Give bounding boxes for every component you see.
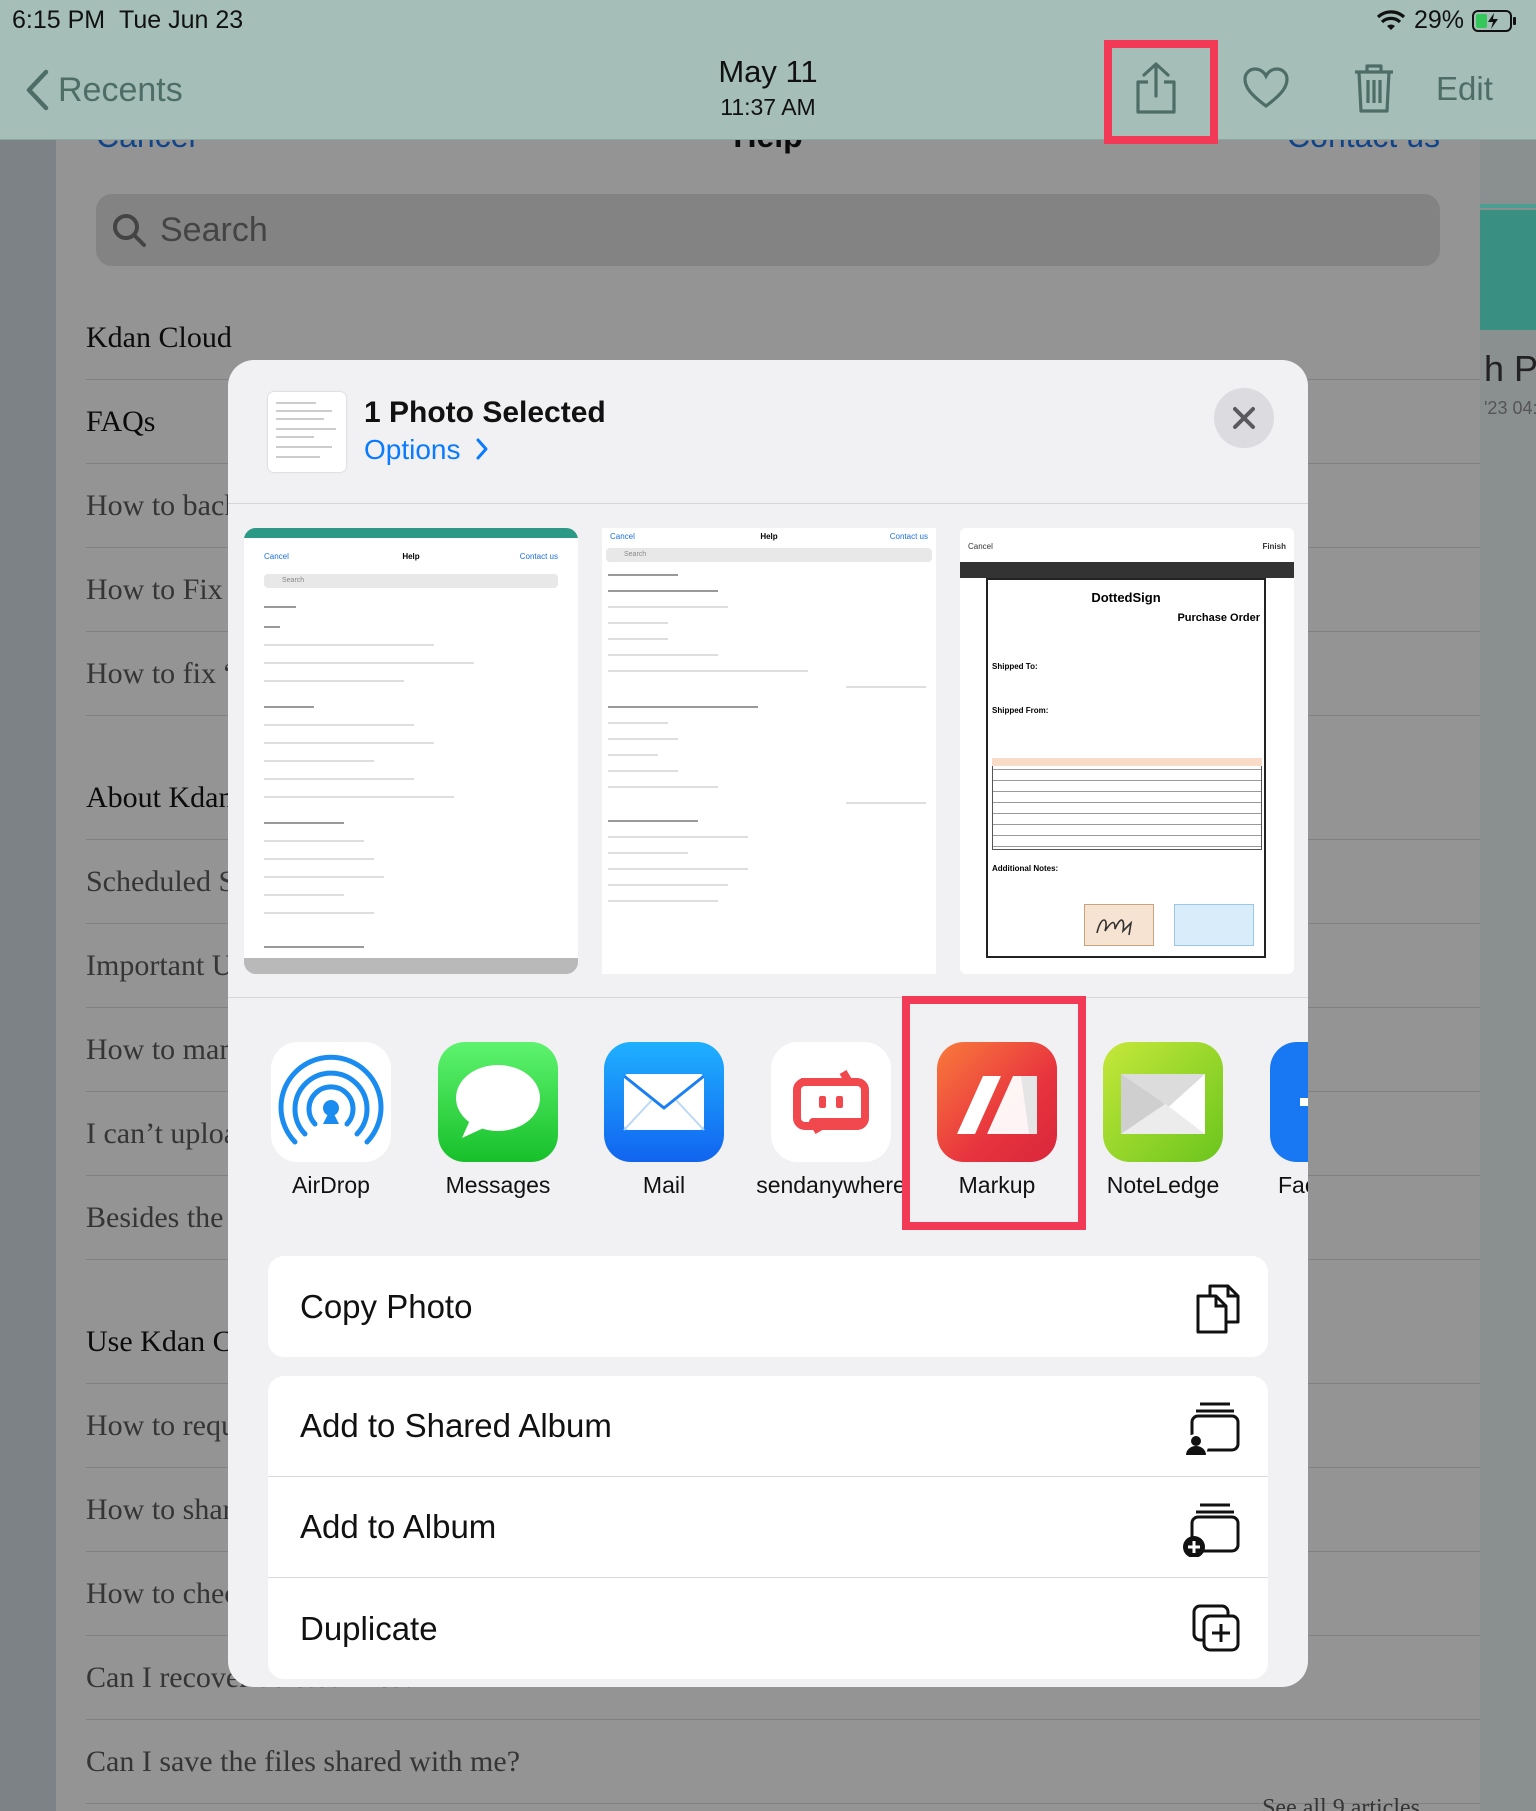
doc2-search: Search [606, 548, 932, 562]
share-button-highlight [1104, 40, 1218, 144]
doc1-search: Search [264, 574, 558, 588]
doc3-brand: DottedSign [1091, 590, 1161, 605]
card-date: '23 04: [1484, 398, 1536, 418]
duplicate-label: Duplicate [300, 1609, 438, 1647]
doc2-contact: Contact us [889, 532, 928, 541]
battery-charging-icon [1472, 9, 1516, 32]
add-to-album-action[interactable]: Add to Album [268, 1477, 1268, 1578]
doc3-shipped-from: Shipped From: [992, 706, 1049, 715]
app-mail[interactable]: Mail [581, 1042, 747, 1199]
status-date: Tue Jun 23 [119, 6, 244, 34]
copy-icon [1196, 1284, 1240, 1334]
add-to-album-label: Add to Album [300, 1508, 497, 1545]
messages-icon [456, 1065, 540, 1138]
doc3-finish: Finish [1262, 542, 1286, 551]
facebook-icon [1300, 1098, 1308, 1106]
markup-app-highlight [902, 996, 1086, 1230]
action-group-copy: Copy Photo [268, 1256, 1268, 1357]
app-airdrop[interactable]: AirDrop [248, 1042, 414, 1199]
share-sheet: 1 Photo Selected Options Cancel Help Con… [228, 360, 1308, 1687]
photo-top-bar: 6:15 PM Tue Jun 23 29% Recents May 11 11… [0, 0, 1536, 140]
doc2-title: Help [760, 532, 778, 541]
options-link[interactable]: Options [364, 434, 490, 466]
add-to-shared-album-label: Add to Shared Album [300, 1407, 612, 1444]
sendanywhere-icon [793, 1069, 869, 1135]
edit-button[interactable]: Edit [1436, 70, 1493, 108]
doc3-notes: Additional Notes: [992, 864, 1059, 873]
photo-thumb-1[interactable]: Cancel Help Contact us Search [244, 528, 578, 974]
delete-button[interactable] [1352, 62, 1396, 119]
app-label-sendanywhere: sendanywhere [756, 1172, 906, 1198]
app-label-airdrop: AirDrop [292, 1172, 370, 1198]
duplicate-action[interactable]: Duplicate [268, 1578, 1268, 1679]
card-title: h Pa [1484, 348, 1536, 389]
action-group-album: Add to Shared Album Add to Album Duplica… [268, 1376, 1268, 1679]
app-noteledge[interactable]: NoteLedge [1080, 1042, 1246, 1199]
chevron-right-icon [476, 438, 488, 460]
share-sheet-title: 1 Photo Selected [364, 396, 606, 429]
copy-photo-label: Copy Photo [300, 1287, 473, 1325]
close-button[interactable] [1214, 388, 1274, 448]
app-share-row: AirDrop Messages Mail sendanywhere Marku… [228, 998, 1308, 1238]
adjacent-card-strip: h Pa '23 04: [1480, 0, 1536, 1811]
photo-thumb-3[interactable]: Cancel Finish DottedSign Purchase Order … [960, 528, 1294, 974]
doc1-contact: Contact us [519, 552, 558, 561]
trash-icon [1355, 64, 1393, 113]
app-sendanywhere[interactable]: sendanywhere [748, 1042, 914, 1199]
signature-scribble-icon [1096, 919, 1133, 936]
photo-thumb-2[interactable]: Cancel Help Contact us Search [602, 528, 936, 974]
search-placeholder: Search [160, 210, 268, 249]
help-search-bar: Search [96, 194, 1440, 266]
app-label-messages: Messages [445, 1172, 551, 1198]
photo-date: May 11 [718, 54, 818, 89]
status-right: 29% [1376, 6, 1518, 35]
heart-icon [1243, 67, 1289, 109]
app-label-facebook: Fac [1278, 1172, 1308, 1198]
add-album-icon [1183, 1503, 1240, 1557]
doc3-cancel: Cancel [968, 542, 993, 551]
selected-photo-thumbnail [268, 392, 346, 472]
wifi-icon [1376, 9, 1406, 30]
mail-icon [623, 1074, 705, 1131]
doc3-shipped-to: Shipped To: [992, 662, 1038, 671]
see-all-link: See all 9 articles [1262, 1795, 1420, 1811]
copy-photo-action[interactable]: Copy Photo [268, 1256, 1268, 1357]
battery-percent: 29% [1413, 6, 1464, 34]
shared-album-icon [1184, 1402, 1240, 1456]
app-label-mail: Mail [642, 1172, 686, 1198]
article-row: Can I save the files shared with me? [86, 1720, 1480, 1804]
options-label: Options [364, 434, 461, 465]
close-icon [1233, 407, 1255, 429]
share-sheet-header: 1 Photo Selected Options [228, 360, 1308, 504]
duplicate-icon [1192, 1604, 1240, 1652]
search-icon [113, 214, 146, 247]
photo-carousel: Cancel Help Contact us Search Cancel Hel… [228, 504, 1308, 998]
app-facebook[interactable]: Fac [1246, 1042, 1308, 1199]
noteledge-icon [1121, 1074, 1205, 1134]
status-time: 6:15 PM Tue Jun 23 [12, 6, 244, 34]
app-messages[interactable]: Messages [415, 1042, 581, 1199]
app-label-noteledge: NoteLedge [1106, 1172, 1220, 1198]
card-thumbnail [1480, 210, 1536, 330]
airdrop-icon [278, 1054, 384, 1145]
favorite-button[interactable] [1242, 66, 1290, 115]
photo-time: 11:37 AM [720, 94, 816, 120]
signature-box [1084, 904, 1154, 946]
add-to-shared-album-action[interactable]: Add to Shared Album [268, 1376, 1268, 1477]
doc3-heading: Purchase Order [1177, 612, 1260, 624]
